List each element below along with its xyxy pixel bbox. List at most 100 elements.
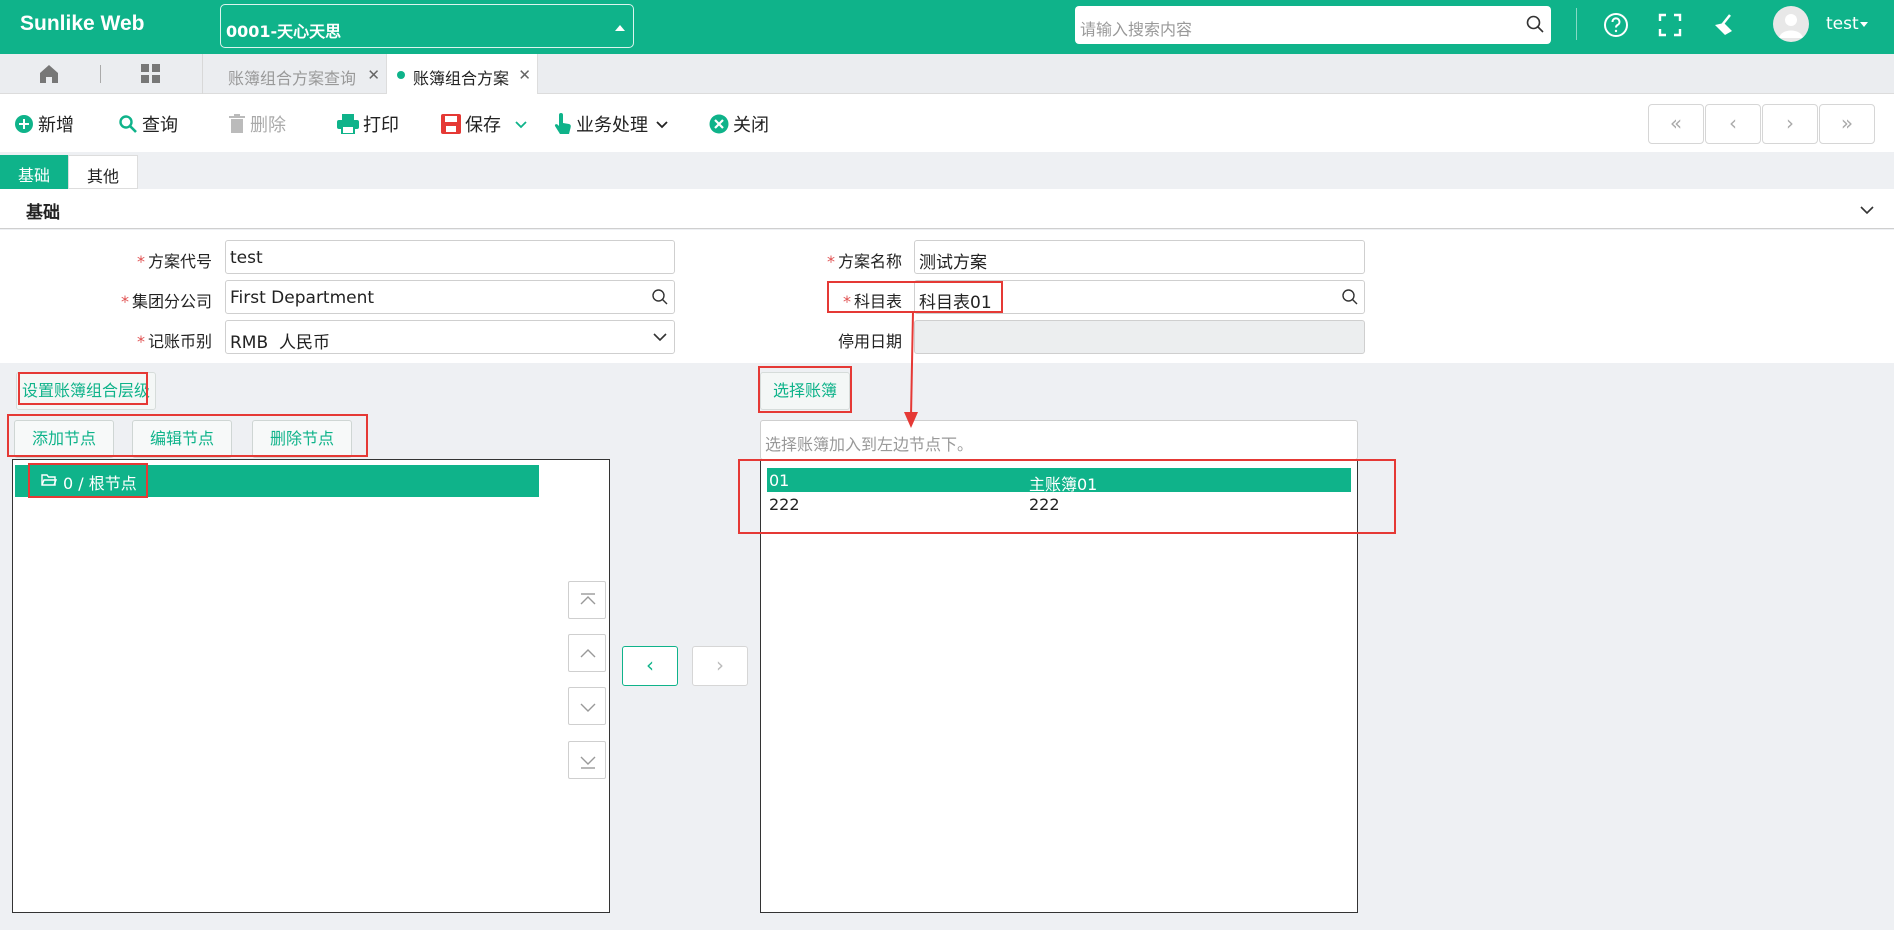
delete-node-button[interactable]: 删除节点 <box>252 420 352 458</box>
currency-select[interactable]: RMB 人民币 <box>225 320 675 354</box>
move-to-top-icon <box>580 593 596 605</box>
chevron-left-icon: ‹ <box>1729 111 1737 135</box>
caret-up-icon <box>615 25 625 31</box>
add-label: 新增 <box>38 115 74 136</box>
company-select-value: 0001-天心天思 <box>226 22 342 41</box>
tab-divider <box>202 54 203 94</box>
next-record-button[interactable]: › <box>1762 104 1818 144</box>
dashboard-grid-icon[interactable] <box>141 64 161 84</box>
list-item[interactable]: 222 222 <box>767 492 1351 516</box>
close-icon[interactable]: ✕ <box>367 66 380 84</box>
close-circle-icon <box>709 114 729 134</box>
transfer-right-button[interactable]: › <box>692 646 748 686</box>
book-code: 01 <box>769 471 790 490</box>
fullscreen-icon[interactable] <box>1656 11 1684 39</box>
chevron-down-icon <box>653 333 667 342</box>
book-name: 222 <box>1029 495 1060 514</box>
tab-basic[interactable]: 基础 <box>0 155 68 189</box>
currency-value: RMB 人民币 <box>230 333 330 353</box>
books-search-input[interactable]: 选择账簿加入到左边节点下。 <box>760 420 1358 460</box>
folder-open-icon <box>41 474 57 486</box>
prev-record-button[interactable]: ‹ <box>1705 104 1761 144</box>
search-input[interactable]: 请输入搜索内容 <box>1075 6 1551 44</box>
tab-other[interactable]: 其他 <box>68 155 138 189</box>
company-field[interactable]: First Department <box>225 280 675 314</box>
business-menu-button[interactable]: 业务处理 <box>554 111 670 137</box>
move-down-button[interactable] <box>568 687 606 725</box>
close-icon[interactable]: ✕ <box>518 66 531 84</box>
section-title: 基础 <box>26 203 60 223</box>
close-button[interactable]: 关闭 <box>709 111 769 137</box>
chevron-down-icon <box>580 703 596 712</box>
print-label: 打印 <box>363 115 399 136</box>
move-top-button[interactable] <box>568 581 606 619</box>
clean-brush-icon[interactable] <box>1710 11 1738 39</box>
add-button[interactable]: 新增 <box>14 111 74 137</box>
account-chart-label: * 科目表 <box>842 292 902 311</box>
disable-date-label: 停用日期 <box>837 332 902 351</box>
name-label: * 方案名称 <box>826 252 902 271</box>
company-label: * 集团分公司 <box>120 292 212 311</box>
printer-icon <box>337 114 359 134</box>
trash-icon <box>229 114 245 133</box>
hand-pointer-icon <box>554 113 571 134</box>
avatar[interactable] <box>1773 6 1809 42</box>
chevron-left-icon: ‹ <box>646 653 654 677</box>
double-chevron-left-icon: « <box>1669 111 1683 135</box>
code-field[interactable]: test <box>225 240 675 274</box>
code-label: * 方案代号 <box>136 252 212 271</box>
transfer-left-button[interactable]: ‹ <box>622 646 678 686</box>
user-icon <box>1779 14 1803 38</box>
caret-down-icon[interactable] <box>1860 22 1868 27</box>
first-record-button[interactable]: « <box>1648 104 1704 144</box>
company-value: First Department <box>230 288 375 308</box>
app-logo: Sunlike Web <box>20 12 145 35</box>
tab-book-scheme[interactable]: 账簿组合方案 ✕ <box>386 54 538 94</box>
search-icon[interactable] <box>1525 14 1545 34</box>
move-to-bottom-icon <box>580 756 596 769</box>
list-item[interactable]: 01 主账簿01 <box>767 468 1351 494</box>
books-list: 01 主账簿01 222 222 <box>760 459 1358 913</box>
header-divider <box>1576 8 1577 40</box>
edit-node-button[interactable]: 编辑节点 <box>132 420 232 458</box>
add-node-button[interactable]: 添加节点 <box>14 420 114 458</box>
save-button[interactable]: 保存 <box>441 111 529 137</box>
tab-book-scheme-query[interactable]: 账簿组合方案查询 ✕ <box>218 54 386 94</box>
chevron-right-icon: › <box>1786 111 1794 135</box>
tree-node-label: 0 / 根节点 <box>63 474 137 493</box>
search-icon <box>119 115 137 133</box>
chevron-up-icon <box>580 649 596 658</box>
last-record-button[interactable]: » <box>1819 104 1875 144</box>
section-header[interactable]: 基础 <box>0 189 1894 229</box>
tab-label: 账簿组合方案 <box>413 69 510 88</box>
chevron-down-icon <box>656 121 668 129</box>
print-button[interactable]: 打印 <box>337 111 399 137</box>
delete-button[interactable]: 删除 <box>228 111 286 137</box>
user-name[interactable]: test <box>1826 14 1859 34</box>
business-label: 业务处理 <box>576 115 648 136</box>
name-field[interactable]: 测试方案 <box>914 240 1365 274</box>
save-disk-icon <box>441 114 461 134</box>
disable-date-field <box>914 320 1365 354</box>
account-chart-value: 科目表01 <box>919 293 992 313</box>
query-button[interactable]: 查询 <box>118 111 178 137</box>
account-chart-field[interactable]: 科目表01 <box>914 280 1365 314</box>
move-up-button[interactable] <box>568 634 606 672</box>
company-select[interactable]: 0001-天心天思 <box>220 4 634 48</box>
search-placeholder: 请输入搜索内容 <box>1080 20 1193 39</box>
chevron-down-icon[interactable] <box>1858 201 1876 219</box>
home-icon[interactable] <box>38 63 60 85</box>
search-icon[interactable] <box>651 288 669 306</box>
chevron-down-icon[interactable] <box>513 116 529 132</box>
search-icon[interactable] <box>1341 288 1359 306</box>
double-chevron-right-icon: » <box>1840 111 1854 135</box>
set-book-combination-level-button[interactable]: 设置账簿组合层级 <box>16 372 156 410</box>
move-bottom-button[interactable] <box>568 741 606 779</box>
basic-form: * 方案代号 test * 方案名称 测试方案 * 集团分公司 First Depar… <box>0 230 1894 363</box>
query-label: 查询 <box>142 115 178 136</box>
tree-node-root[interactable]: 0 / 根节点 <box>15 465 539 497</box>
help-icon[interactable] <box>1602 11 1630 39</box>
book-code: 222 <box>769 495 800 514</box>
select-books-button[interactable]: 选择账簿 <box>760 372 850 410</box>
active-dot-icon <box>397 71 405 79</box>
